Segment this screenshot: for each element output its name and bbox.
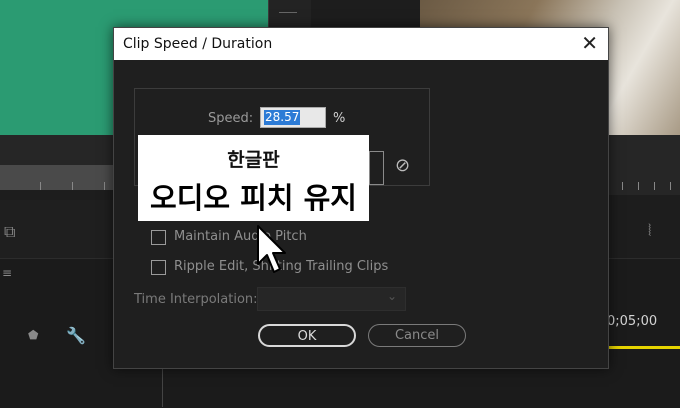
time-ruler-right[interactable] xyxy=(608,165,680,195)
track-divider xyxy=(162,365,163,407)
maintain-audio-pitch-checkbox[interactable] xyxy=(151,230,166,245)
dialog-title: Clip Speed / Duration xyxy=(123,36,273,52)
cancel-button[interactable]: Cancel xyxy=(368,324,466,347)
close-icon[interactable]: ✕ xyxy=(581,31,598,55)
wrench-icon[interactable]: 🔧 xyxy=(66,326,86,345)
time-interpolation-label: Time Interpolation: xyxy=(134,292,258,307)
caption-line-2: 오디오 피치 유지 xyxy=(150,181,357,215)
speed-value[interactable]: 28.57 xyxy=(264,110,301,125)
dialog-titlebar: Clip Speed / Duration ✕ xyxy=(114,28,608,60)
menu-icon[interactable]: ≡ xyxy=(2,266,12,280)
ok-button[interactable]: OK xyxy=(258,324,356,347)
marker-icon[interactable]: ⬟ xyxy=(28,328,38,342)
time-interpolation-select[interactable]: ⌄ xyxy=(257,287,406,311)
caption-line-1: 한글판 xyxy=(227,149,280,171)
scrub-handle-icon[interactable]: ⦚ xyxy=(648,221,651,241)
link-icon[interactable]: ⊘ xyxy=(395,155,410,176)
playhead-range-bar xyxy=(608,346,680,349)
mouse-pointer-icon xyxy=(257,225,286,273)
track-toggle-icon[interactable]: ⧉ xyxy=(4,222,15,242)
speed-label: Speed: xyxy=(208,111,254,126)
ripple-edit-checkbox[interactable] xyxy=(151,260,166,275)
caption-overlay: 한글판 오디오 피치 유지 xyxy=(138,135,369,221)
timeline-timecode: 0;05;00 xyxy=(607,314,658,329)
chevron-down-icon: ⌄ xyxy=(386,289,397,303)
speed-input[interactable]: 28.57 xyxy=(260,107,326,128)
duration-input[interactable] xyxy=(369,151,384,185)
speed-unit: % xyxy=(333,111,346,126)
